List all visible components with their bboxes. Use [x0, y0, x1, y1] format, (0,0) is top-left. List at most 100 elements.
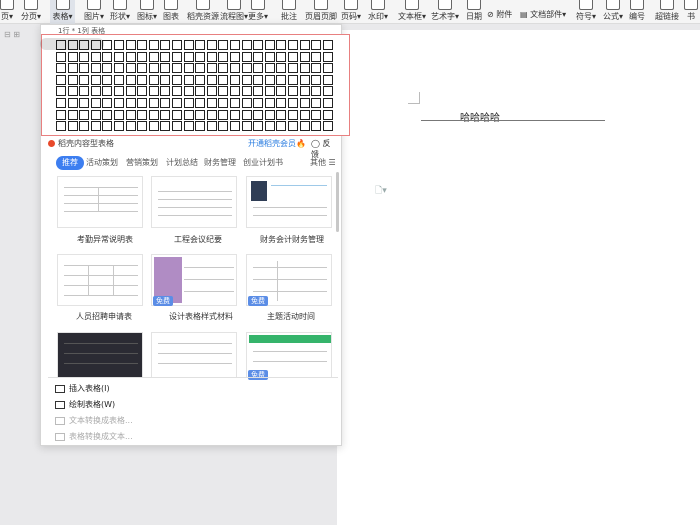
grid-cell[interactable] — [253, 74, 264, 85]
grid-cell[interactable] — [299, 74, 310, 85]
grid-cell[interactable] — [264, 121, 275, 132]
grid-cell[interactable] — [299, 109, 310, 120]
grid-cell[interactable] — [172, 74, 182, 85]
template-name-2[interactable]: 工程会议纪要 — [174, 234, 222, 245]
more-categories-button[interactable]: 其他 ☰ — [310, 156, 336, 170]
grid-cell[interactable] — [218, 86, 229, 97]
grid-cell[interactable] — [183, 74, 194, 85]
ribbon-attachment-button[interactable]: ⊘ 附件 — [487, 10, 512, 20]
grid-cell[interactable] — [160, 40, 171, 50]
grid-cell[interactable] — [288, 51, 298, 62]
grid-cell[interactable] — [253, 109, 264, 120]
grid-cell[interactable] — [67, 98, 78, 108]
grid-cell[interactable] — [195, 98, 206, 108]
ribbon-wordart-button[interactable]: 艺术字▾ — [431, 0, 459, 24]
grid-cell[interactable] — [90, 51, 101, 62]
grid-cell[interactable] — [114, 109, 124, 120]
grid-cell[interactable] — [195, 74, 206, 85]
template-thumb-3[interactable] — [246, 176, 332, 228]
grid-cell[interactable] — [56, 51, 66, 62]
grid-cell[interactable] — [311, 109, 322, 120]
grid-cell[interactable] — [288, 74, 298, 85]
grid-cell[interactable] — [322, 98, 333, 108]
grid-cell[interactable] — [276, 74, 287, 85]
grid-cell[interactable] — [160, 86, 171, 97]
grid-cell[interactable] — [160, 109, 171, 120]
grid-cell[interactable] — [218, 98, 229, 108]
grid-cell[interactable] — [322, 74, 333, 85]
tab-recommended[interactable]: 推荐 — [56, 156, 84, 170]
ribbon-picture-button[interactable]: 图片▾ — [82, 0, 106, 24]
grid-cell[interactable] — [299, 86, 310, 97]
grid-cell[interactable] — [276, 51, 287, 62]
grid-cell[interactable] — [218, 121, 229, 132]
ribbon-watermark-button[interactable]: 水印▾ — [368, 0, 388, 24]
grid-cell[interactable] — [195, 109, 206, 120]
grid-cell[interactable] — [90, 63, 101, 74]
tab-marketing-planning[interactable]: 营销策划 — [126, 156, 158, 170]
grid-cell[interactable] — [172, 51, 182, 62]
grid-cell[interactable] — [67, 109, 78, 120]
grid-cell[interactable] — [125, 109, 136, 120]
grid-cell[interactable] — [322, 51, 333, 62]
grid-cell[interactable] — [56, 98, 66, 108]
grid-cell[interactable] — [67, 63, 78, 74]
grid-cell[interactable] — [102, 86, 113, 97]
grid-cell[interactable] — [90, 86, 101, 97]
tab-plan-summary[interactable]: 计划总结 — [166, 156, 198, 170]
grid-cell[interactable] — [183, 51, 194, 62]
grid-cell[interactable] — [79, 63, 90, 74]
grid-cell[interactable] — [276, 40, 287, 50]
grid-cell[interactable] — [311, 121, 322, 132]
grid-cell[interactable] — [148, 98, 159, 108]
grid-cell[interactable] — [230, 51, 240, 62]
grid-cell[interactable] — [288, 121, 298, 132]
grid-cell[interactable] — [218, 109, 229, 120]
ribbon-icon-button[interactable]: 图标▾ — [135, 0, 159, 24]
grid-cell[interactable] — [276, 109, 287, 120]
grid-cell[interactable] — [288, 86, 298, 97]
ribbon-numbering-button[interactable]: 编号 — [628, 0, 646, 24]
grid-cell[interactable] — [264, 63, 275, 74]
ribbon-textbox-button[interactable]: 文本框▾ — [398, 0, 426, 24]
ribbon-header-footer-button[interactable]: 页眉页脚 — [305, 0, 337, 24]
grid-cell[interactable] — [90, 121, 101, 132]
grid-cell[interactable] — [195, 40, 206, 50]
grid-cell[interactable] — [148, 63, 159, 74]
grid-cell[interactable] — [137, 40, 148, 50]
grid-cell[interactable] — [160, 74, 171, 85]
grid-cell[interactable] — [79, 51, 90, 62]
tab-finance[interactable]: 财务管理 — [204, 156, 236, 170]
grid-cell[interactable] — [276, 63, 287, 74]
grid-cell[interactable] — [114, 86, 124, 97]
grid-cell[interactable] — [67, 51, 78, 62]
text-to-table-menu-item[interactable]: 文本转换成表格... — [55, 415, 133, 427]
grid-cell[interactable] — [137, 98, 148, 108]
grid-cell[interactable] — [125, 51, 136, 62]
table-to-text-menu-item[interactable]: 表格转换成文本... — [55, 431, 133, 443]
grid-cell[interactable] — [137, 86, 148, 97]
tab-business-plan[interactable]: 创业计划书 — [243, 156, 283, 170]
grid-cell[interactable] — [322, 109, 333, 120]
grid-cell[interactable] — [230, 98, 240, 108]
grid-cell[interactable] — [206, 63, 217, 74]
grid-cell[interactable] — [137, 109, 148, 120]
ribbon-doc-parts-button[interactable]: ▤ 文档部件▾ — [520, 10, 566, 20]
grid-cell[interactable] — [206, 98, 217, 108]
template-thumb-8[interactable] — [151, 332, 237, 378]
grid-cell[interactable] — [172, 63, 182, 74]
grid-cell[interactable] — [90, 109, 101, 120]
grid-cell[interactable] — [299, 63, 310, 74]
grid-cell[interactable] — [114, 121, 124, 132]
grid-cell[interactable] — [230, 86, 240, 97]
grid-cell[interactable] — [276, 86, 287, 97]
grid-cell[interactable] — [114, 74, 124, 85]
grid-cell[interactable] — [206, 86, 217, 97]
draw-table-menu-item[interactable]: 绘制表格(W) — [55, 399, 115, 411]
template-thumb-7[interactable] — [57, 332, 143, 378]
tab-event-planning[interactable]: 活动策划 — [86, 156, 118, 170]
grid-cell[interactable] — [322, 86, 333, 97]
grid-cell[interactable] — [160, 63, 171, 74]
grid-cell[interactable] — [79, 74, 90, 85]
grid-cell[interactable] — [148, 74, 159, 85]
